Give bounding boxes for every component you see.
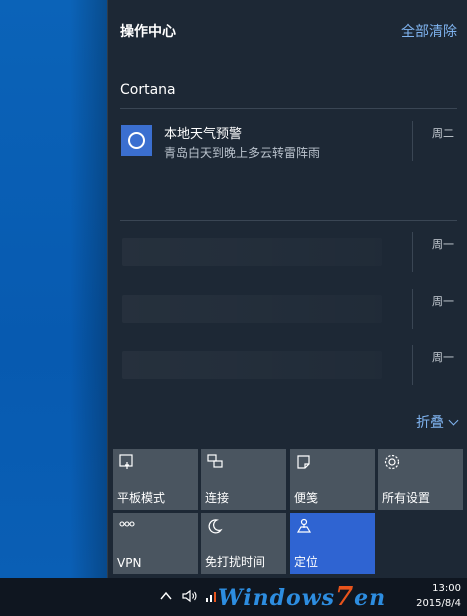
tile-label: 连接	[205, 491, 230, 505]
panel-shadow	[70, 0, 110, 578]
notification-weather[interactable]: 本地天气预警 青岛白天到晚上多云转雷阵雨 周二	[108, 121, 467, 177]
divider	[120, 108, 457, 109]
gear-icon	[384, 454, 400, 470]
tablet-mode-icon	[119, 454, 133, 469]
blurred-notification[interactable]: 周一	[108, 289, 467, 329]
tile-label: 定位	[294, 555, 319, 569]
tile-label: VPN	[117, 556, 142, 570]
taskbar: Windows7en 13:00 2015/8/4	[0, 578, 467, 616]
tile-label: 免打扰时间	[205, 555, 266, 569]
notification-day: 周二	[432, 127, 454, 140]
notification-day: 周一	[432, 238, 454, 251]
notification-day: 周一	[432, 351, 454, 364]
divider	[120, 220, 457, 221]
tile-label: 便笺	[294, 491, 319, 505]
clock-date: 2015/8/4	[416, 598, 461, 609]
tray-clock[interactable]: 13:00 2015/8/4	[416, 581, 461, 611]
clock-time: 13:00	[432, 583, 461, 594]
tile-note[interactable]: 便笺	[290, 449, 375, 510]
vpn-icon	[119, 521, 135, 527]
tile-label: 平板模式	[117, 491, 166, 505]
action-center-title: 操作中心	[120, 24, 176, 40]
speaker-icon[interactable]	[182, 589, 198, 603]
notification-separator	[412, 289, 413, 329]
collapse-label: 折叠	[416, 415, 444, 431]
notification-day: 周一	[432, 295, 454, 308]
collapse-button[interactable]: 折叠	[416, 412, 459, 432]
cortana-group-title: Cortana	[120, 82, 176, 98]
tile-connect[interactable]: 连接	[201, 449, 286, 510]
notification-body: 青岛白天到晚上多云转雷阵雨	[164, 146, 321, 160]
notification-separator	[412, 345, 413, 385]
blurred-notification[interactable]: 周一	[108, 232, 467, 272]
connect-icon	[207, 454, 223, 468]
action-center-panel: 操作中心 全部清除 Cortana 本地天气预警 青岛白天到晚上多云转雷阵雨 周…	[107, 0, 467, 578]
clear-all-link[interactable]: 全部清除	[401, 21, 457, 41]
blurred-notification[interactable]: 周一	[108, 345, 467, 385]
chevron-up-icon[interactable]	[160, 591, 172, 601]
notification-title: 本地天气预警	[164, 127, 243, 142]
note-icon	[297, 455, 310, 469]
location-icon	[296, 518, 312, 533]
tile-all-settings[interactable]: 所有设置	[378, 449, 463, 510]
tile-vpn[interactable]: VPN	[113, 513, 198, 574]
blurred-content	[122, 238, 382, 266]
watermark-logo: Windows7en	[218, 582, 387, 612]
blurred-content	[122, 295, 382, 323]
tile-quiet-hours[interactable]: 免打扰时间	[201, 513, 286, 574]
chevron-down-icon	[448, 415, 459, 425]
blurred-content	[122, 351, 382, 379]
notification-separator	[412, 121, 413, 161]
cortana-ring-icon	[121, 125, 152, 156]
network-icon[interactable]	[205, 589, 217, 603]
notification-separator	[412, 232, 413, 272]
tile-label: 所有设置	[382, 491, 431, 505]
moon-icon	[208, 519, 223, 534]
tile-tablet-mode[interactable]: 平板模式	[113, 449, 198, 510]
tile-location[interactable]: 定位	[290, 513, 375, 574]
